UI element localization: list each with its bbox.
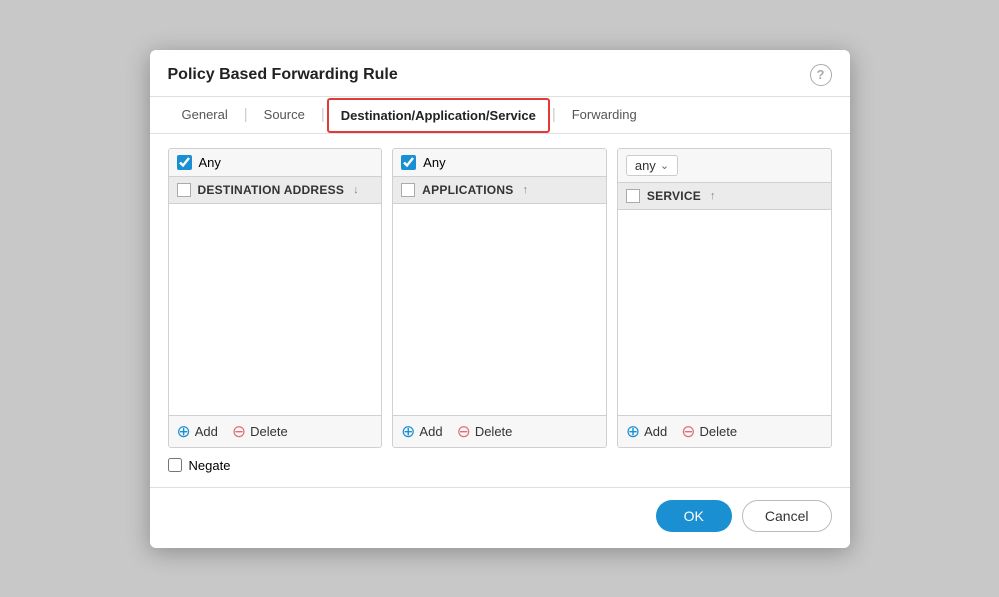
destination-body: [169, 204, 382, 415]
dialog-body: Any DESTINATION ADDRESS ↓ ⊕ Add ⊖ Delete: [150, 134, 850, 487]
destination-delete-icon: ⊖: [232, 423, 246, 440]
service-add-button[interactable]: ⊕ Add: [626, 423, 667, 440]
tab-sep-1: |: [244, 106, 248, 123]
negate-row: Negate: [168, 458, 832, 473]
applications-delete-button[interactable]: ⊖ Delete: [457, 423, 513, 440]
tab-source[interactable]: Source: [250, 97, 319, 134]
destination-any-row: Any: [169, 149, 382, 177]
tab-forwarding[interactable]: Forwarding: [558, 97, 651, 134]
destination-add-button[interactable]: ⊕ Add: [177, 423, 218, 440]
applications-footer: ⊕ Add ⊖ Delete: [393, 415, 606, 447]
applications-add-label: Add: [419, 424, 442, 439]
applications-any-checkbox[interactable]: [401, 155, 416, 170]
destination-delete-label: Delete: [250, 424, 288, 439]
service-delete-label: Delete: [699, 424, 737, 439]
cancel-button[interactable]: Cancel: [742, 500, 832, 532]
tab-sep-2: |: [321, 106, 325, 123]
service-footer: ⊕ Add ⊖ Delete: [618, 415, 831, 447]
destination-header: DESTINATION ADDRESS ↓: [169, 177, 382, 204]
destination-sort-icon[interactable]: ↓: [353, 184, 359, 196]
destination-header-label: DESTINATION ADDRESS: [198, 183, 345, 197]
destination-any-checkbox[interactable]: [177, 155, 192, 170]
service-dropdown[interactable]: any ⌄: [626, 155, 678, 176]
applications-body: [393, 204, 606, 415]
destination-add-icon: ⊕: [177, 423, 191, 440]
dialog-footer: OK Cancel: [150, 487, 850, 548]
columns-container: Any DESTINATION ADDRESS ↓ ⊕ Add ⊖ Delete: [168, 148, 832, 448]
negate-label: Negate: [189, 458, 231, 473]
service-dropdown-icon: ⌄: [660, 159, 669, 172]
service-add-label: Add: [644, 424, 667, 439]
tab-general[interactable]: General: [168, 97, 242, 134]
service-body: [618, 210, 831, 415]
dialog-header: Policy Based Forwarding Rule ?: [150, 50, 850, 97]
service-add-icon: ⊕: [626, 423, 640, 440]
applications-any-label: Any: [423, 155, 445, 170]
destination-footer: ⊕ Add ⊖ Delete: [169, 415, 382, 447]
service-delete-button[interactable]: ⊖ Delete: [681, 423, 737, 440]
applications-any-row: Any: [393, 149, 606, 177]
destination-address-col: Any DESTINATION ADDRESS ↓ ⊕ Add ⊖ Delete: [168, 148, 383, 448]
service-delete-icon: ⊖: [681, 423, 695, 440]
dialog: Policy Based Forwarding Rule ? General |…: [150, 50, 850, 548]
applications-header: APPLICATIONS ↑: [393, 177, 606, 204]
applications-add-button[interactable]: ⊕ Add: [401, 423, 442, 440]
applications-sort-icon[interactable]: ↑: [523, 184, 529, 196]
negate-checkbox[interactable]: [168, 458, 182, 472]
applications-header-checkbox[interactable]: [401, 183, 415, 197]
help-icon[interactable]: ?: [810, 64, 832, 86]
tabs-bar: General | Source | Destination/Applicati…: [150, 97, 850, 134]
applications-header-label: APPLICATIONS: [422, 183, 513, 197]
tab-destination[interactable]: Destination/Application/Service: [327, 98, 550, 133]
applications-delete-icon: ⊖: [457, 423, 471, 440]
dialog-title: Policy Based Forwarding Rule: [168, 66, 398, 84]
ok-button[interactable]: OK: [656, 500, 732, 532]
applications-add-icon: ⊕: [401, 423, 415, 440]
service-header-checkbox[interactable]: [626, 189, 640, 203]
destination-delete-button[interactable]: ⊖ Delete: [232, 423, 288, 440]
destination-add-label: Add: [195, 424, 218, 439]
service-sort-icon[interactable]: ↑: [710, 190, 716, 202]
destination-any-label: Any: [199, 155, 221, 170]
service-col: any ⌄ SERVICE ↑ ⊕ Add ⊖: [617, 148, 832, 448]
applications-delete-label: Delete: [475, 424, 513, 439]
service-any-row: any ⌄: [618, 149, 831, 183]
service-header: SERVICE ↑: [618, 183, 831, 210]
service-dropdown-value: any: [635, 158, 656, 173]
service-header-label: SERVICE: [647, 189, 701, 203]
applications-col: Any APPLICATIONS ↑ ⊕ Add ⊖ Delete: [392, 148, 607, 448]
tab-sep-3: |: [552, 106, 556, 123]
destination-header-checkbox[interactable]: [177, 183, 191, 197]
